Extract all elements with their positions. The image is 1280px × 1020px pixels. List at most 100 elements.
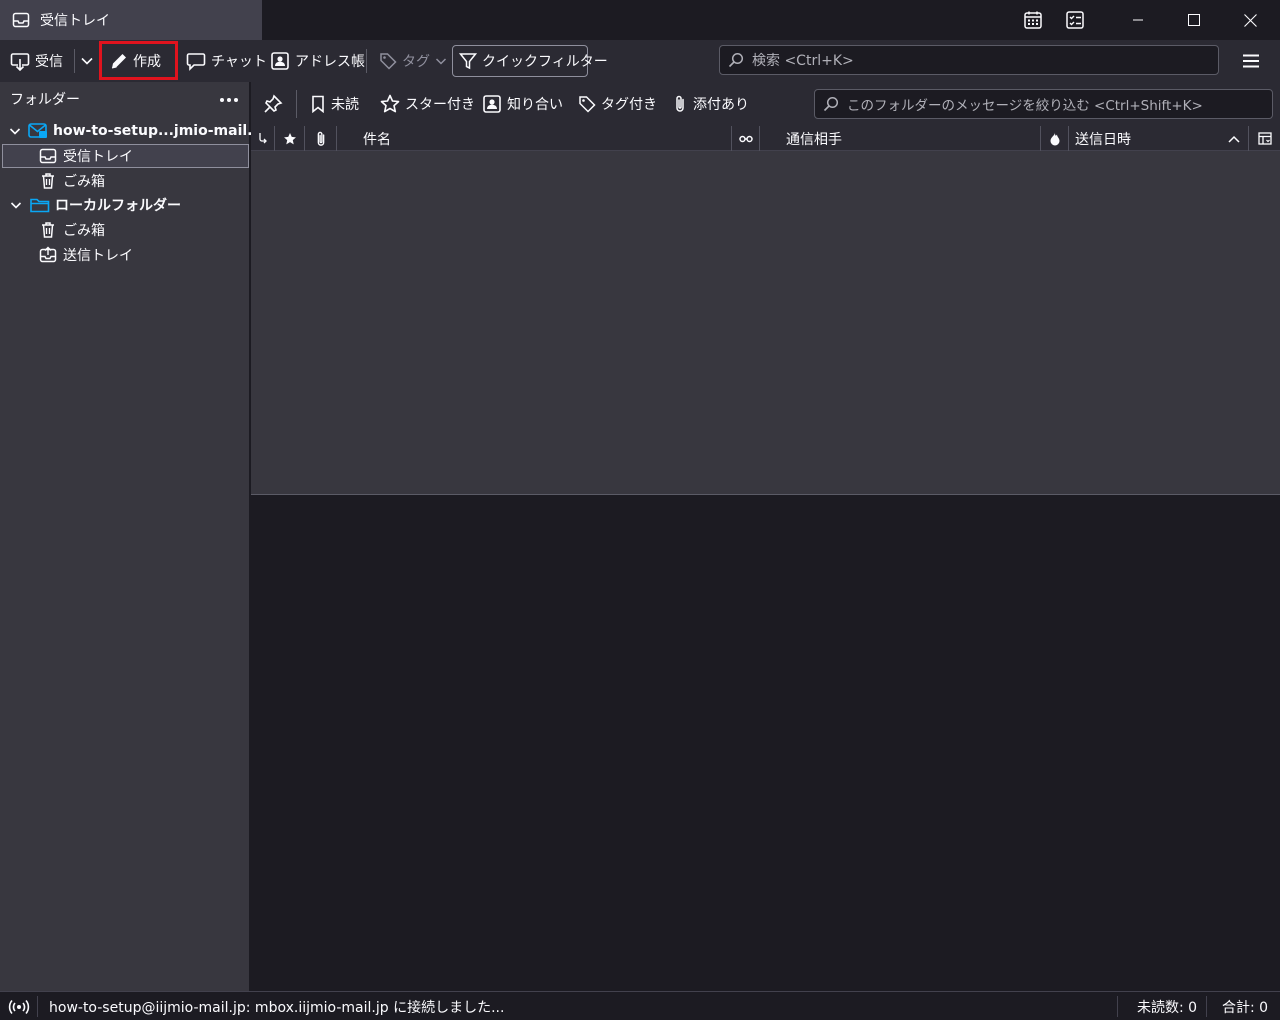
status-divider xyxy=(1117,996,1118,1017)
sort-ascending-icon xyxy=(1228,135,1240,143)
date-column[interactable]: 送信日時 xyxy=(1069,126,1249,151)
filter-unread-button[interactable]: 未読 xyxy=(310,92,359,116)
write-label: 作成 xyxy=(133,53,161,70)
column-picker[interactable] xyxy=(1249,126,1280,151)
inbox-tab-icon xyxy=(12,11,30,29)
total-count: 合計: 0 xyxy=(1222,999,1269,1016)
tag-label: タグ xyxy=(402,54,430,70)
chat-icon xyxy=(186,51,206,71)
toolbar-divider xyxy=(74,49,75,73)
filter-divider xyxy=(296,90,297,118)
folder-item-trash[interactable]: ごみ箱 xyxy=(2,169,249,193)
status-message: how-to-setup@iijmio-mail.jp: mbox.iijmio… xyxy=(49,999,505,1016)
get-messages-icon xyxy=(10,51,30,71)
chevron-down-icon[interactable] xyxy=(9,124,21,138)
folder-label: 送信トレイ xyxy=(63,248,133,264)
unread-count: 未読数: 0 xyxy=(1137,999,1198,1016)
folder-label: ごみ箱 xyxy=(63,174,105,190)
get-messages-button[interactable]: 受信 xyxy=(4,45,69,77)
folder-item-inbox[interactable]: 受信トレイ xyxy=(2,144,249,168)
get-messages-menu-button[interactable] xyxy=(76,45,98,77)
search-placeholder: 検索 <Ctrl+K> xyxy=(752,53,854,69)
junk-status-column[interactable] xyxy=(1041,126,1069,151)
message-list[interactable] xyxy=(251,151,1280,495)
folder-item-outbox[interactable]: 送信トレイ xyxy=(2,243,249,267)
tag-button[interactable]: タグ xyxy=(373,45,453,77)
correspondents-column-label: 通信相手 xyxy=(786,131,842,148)
folder-filter-input[interactable]: このフォルダーのメッセージを絞り込む <Ctrl+Shift+K> xyxy=(814,89,1273,119)
close-icon[interactable] xyxy=(1222,0,1278,40)
pencil-icon xyxy=(110,52,128,70)
tag-icon xyxy=(379,52,397,70)
mail-account-icon xyxy=(28,121,48,141)
chevron-down-icon[interactable] xyxy=(9,198,23,212)
calendar-icon[interactable] xyxy=(1021,8,1045,32)
inbox-icon xyxy=(38,146,58,166)
hamburger-menu-icon[interactable] xyxy=(1238,49,1264,73)
filter-starred-label: スター付き xyxy=(405,97,475,113)
maximize-icon[interactable] xyxy=(1166,0,1222,40)
starred-column[interactable] xyxy=(275,126,305,151)
paperclip-icon xyxy=(672,94,688,114)
tab-inbox[interactable]: 受信トレイ xyxy=(0,0,262,40)
subject-column-label: 件名 xyxy=(363,131,391,148)
sticky-filter-toggle[interactable] xyxy=(263,92,283,116)
toolbar-divider xyxy=(366,49,367,73)
minimize-icon[interactable] xyxy=(1110,0,1166,40)
folder-item-local-trash[interactable]: ごみ箱 xyxy=(2,218,249,242)
folder-local-row[interactable]: ローカルフォルダー xyxy=(2,193,249,217)
filter-tags-label: タグ付き xyxy=(601,97,657,113)
filter-tags-button[interactable]: タグ付き xyxy=(578,92,657,116)
column-picker-icon xyxy=(1257,131,1272,146)
folder-icon xyxy=(30,195,50,215)
attachment-column[interactable] xyxy=(305,126,337,151)
tag-icon xyxy=(578,95,596,113)
pin-icon xyxy=(263,94,283,114)
trash-icon xyxy=(38,220,58,240)
filter-icon xyxy=(459,52,477,70)
quick-filter-button[interactable]: クイックフィルター xyxy=(452,45,608,77)
global-search-input[interactable]: 検索 <Ctrl+K> xyxy=(719,45,1219,75)
write-button[interactable]: 作成 xyxy=(99,41,178,80)
status-bar: how-to-setup@iijmio-mail.jp: mbox.iijmio… xyxy=(0,991,1280,1020)
address-book-button[interactable]: アドレス帳 xyxy=(264,45,371,77)
folder-label: ごみ箱 xyxy=(63,223,105,239)
status-divider xyxy=(1206,996,1207,1017)
account-name: how-to-setup...jmio-mail.jp xyxy=(53,123,268,139)
read-status-icon xyxy=(738,135,753,143)
read-status-column[interactable] xyxy=(732,126,760,151)
more-options-icon[interactable] xyxy=(217,91,241,109)
star-icon xyxy=(380,94,400,114)
contact-icon xyxy=(482,94,502,114)
folder-account-row[interactable]: how-to-setup...jmio-mail.jp xyxy=(2,119,267,143)
online-status-icon[interactable] xyxy=(8,992,30,1020)
quick-filter-label: クイックフィルター xyxy=(482,54,608,70)
main-toolbar: 受信 作成 チャット アドレス帳 タグ クイックフィルター 検索 <Ctrl+K… xyxy=(0,40,1280,82)
chat-button[interactable]: チャット xyxy=(180,45,273,77)
filter-attachment-button[interactable]: 添付あり xyxy=(672,92,749,116)
filter-placeholder: このフォルダーのメッセージを絞り込む <Ctrl+Shift+K> xyxy=(847,98,1203,114)
filter-attachment-label: 添付あり xyxy=(693,97,749,113)
subject-column[interactable]: 件名 xyxy=(337,126,732,151)
search-icon xyxy=(823,96,839,112)
correspondents-column[interactable]: 通信相手 xyxy=(760,126,1041,151)
address-book-icon xyxy=(270,51,290,71)
filter-contact-button[interactable]: 知り合い xyxy=(482,92,563,116)
thread-column-header: 件名 通信相手 送信日時 xyxy=(251,126,1280,151)
tasks-icon[interactable] xyxy=(1063,8,1087,32)
flame-icon xyxy=(1049,132,1061,146)
status-divider xyxy=(37,996,38,1017)
paperclip-icon xyxy=(314,130,328,148)
get-messages-label: 受信 xyxy=(35,54,63,70)
folder-pane-title: フォルダー xyxy=(10,92,80,108)
chevron-down-icon xyxy=(435,55,447,67)
folder-pane: フォルダー how-to-setup...jmio-mail.jp 受信トレイ … xyxy=(0,82,267,991)
filter-starred-button[interactable]: スター付き xyxy=(380,92,475,116)
title-bar: 受信トレイ xyxy=(0,0,1280,40)
address-book-label: アドレス帳 xyxy=(295,54,365,70)
thread-column[interactable] xyxy=(251,126,275,151)
date-column-label: 送信日時 xyxy=(1075,131,1131,148)
star-icon xyxy=(283,132,297,146)
thread-icon xyxy=(257,132,269,146)
folder-pane-header: フォルダー xyxy=(0,82,250,116)
